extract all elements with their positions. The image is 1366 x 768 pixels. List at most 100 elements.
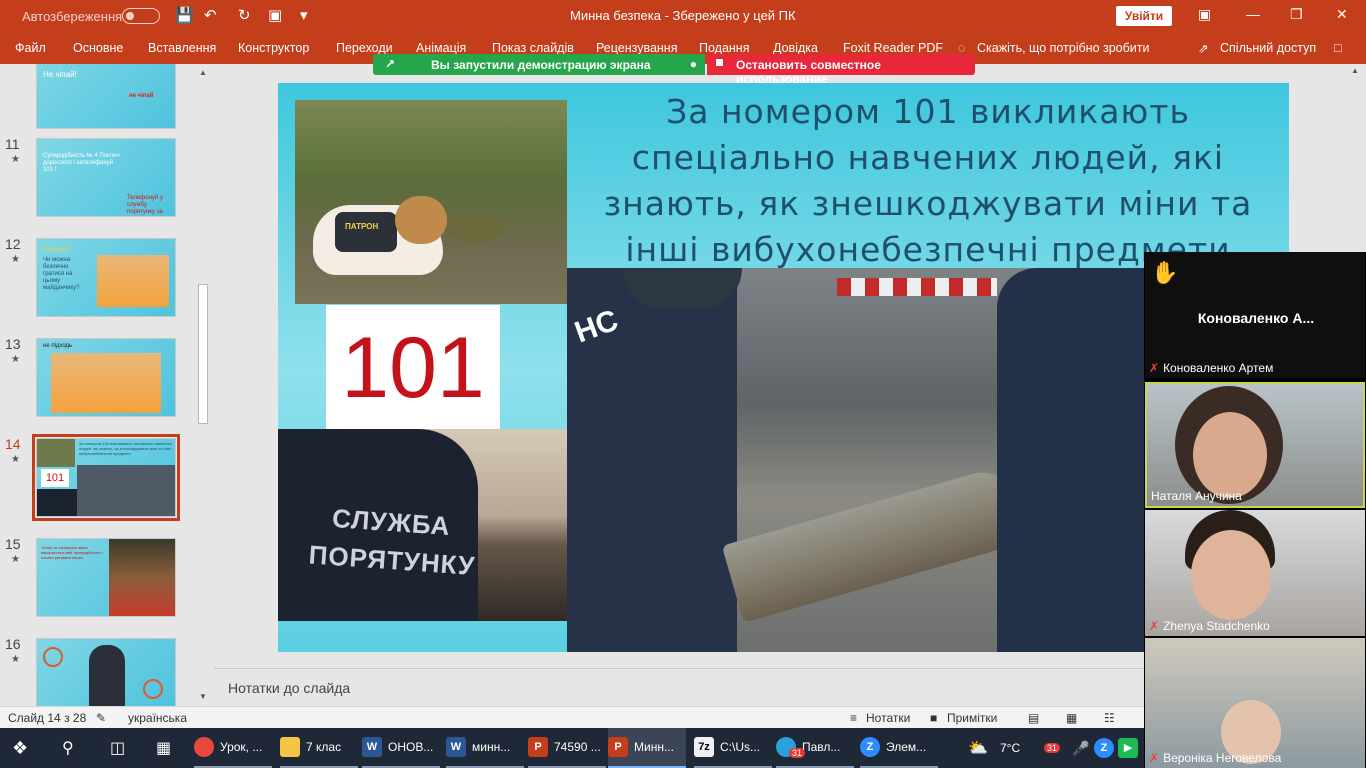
scrollbar-thumb[interactable] bbox=[198, 284, 208, 424]
ribbon-display-icon[interactable]: ▣ bbox=[1198, 6, 1211, 23]
tray-calendar-icon[interactable]: 31 bbox=[1044, 728, 1061, 768]
word-icon: W bbox=[362, 737, 382, 757]
participant-face bbox=[1193, 412, 1267, 498]
tell-me-search[interactable]: Скажіть, що потрібно зробити bbox=[977, 41, 1150, 55]
taskbar-app[interactable]: W ОНОВ... bbox=[362, 728, 440, 768]
participant-name-tag: ✗ Коноваленко Артем bbox=[1149, 361, 1274, 375]
weather-icon: ⛅ bbox=[968, 740, 988, 757]
tab-help[interactable]: Довідка bbox=[773, 41, 818, 55]
slide-sorter-icon[interactable]: ▦ bbox=[1066, 711, 1077, 725]
current-slide[interactable]: ПАТРОН 101 СЛУЖБА ПОРЯТУНКУ НС За номеро… bbox=[278, 83, 1289, 652]
active-speaker-tile[interactable]: ✋ Коноваленко А... ✗ Коноваленко Артем bbox=[1145, 252, 1365, 378]
participant-video-tile[interactable]: ✗ Вероніка Неговелова bbox=[1145, 638, 1365, 768]
save-icon[interactable]: 💾 bbox=[175, 6, 194, 26]
thumb-badge: не підходь bbox=[43, 343, 73, 349]
taskbar-app[interactable]: 7z C:\Us... bbox=[694, 728, 772, 768]
weather-temperature[interactable]: 7°C bbox=[1000, 728, 1020, 768]
taskbar-app[interactable]: Wминн... bbox=[446, 728, 524, 768]
taskbar-app-active[interactable]: P Минн... bbox=[608, 728, 686, 768]
notes-button[interactable]: Нотатки bbox=[866, 711, 910, 725]
rescuer-figure bbox=[89, 645, 125, 706]
search-icon[interactable]: ⚲ bbox=[62, 728, 74, 768]
tab-review[interactable]: Рецензування bbox=[596, 41, 677, 55]
main-scroll-up-icon[interactable]: ▲ bbox=[1351, 66, 1359, 75]
comments-button[interactable]: Примітки bbox=[947, 711, 997, 725]
slide-thumbnail-active[interactable]: За номером 101 викликають спеціально нав… bbox=[32, 434, 180, 521]
animation-star-icon: ★ bbox=[11, 354, 20, 365]
raised-hand-icon: ✋ bbox=[1151, 260, 1179, 285]
thumbnails-scrollbar[interactable]: ▲ ▼ bbox=[196, 66, 210, 704]
slide-counter: Слайд 14 з 28 bbox=[8, 711, 87, 725]
taskbar-app[interactable]: 7 клас bbox=[280, 728, 358, 768]
taskbar-app[interactable]: Урок, ... bbox=[194, 728, 272, 768]
tab-insert[interactable]: Вставлення bbox=[148, 41, 216, 55]
tray-cast-icon[interactable]: ▶ bbox=[1118, 728, 1138, 768]
participant-video-tile[interactable]: ✗ Zhenya Stadchenko bbox=[1145, 510, 1365, 636]
reading-view-icon[interactable]: ☷ bbox=[1104, 711, 1115, 725]
tab-design[interactable]: Конструктор bbox=[238, 41, 309, 55]
video-conference-panel: ✋ Коноваленко А... ✗ Коноваленко Артем На… bbox=[1144, 252, 1366, 768]
comments-icon[interactable]: □ bbox=[1334, 41, 1342, 55]
thumb-text: Чи можна безпечно гратися на цьому майда… bbox=[43, 257, 80, 291]
spellcheck-icon[interactable]: ✎ bbox=[96, 711, 106, 725]
slide-thumbnail[interactable]: не підходь bbox=[36, 338, 176, 417]
tab-transitions[interactable]: Переходи bbox=[336, 41, 393, 55]
dog-photo-mini bbox=[37, 439, 75, 467]
tab-animations[interactable]: Анімація bbox=[416, 41, 466, 55]
restore-icon[interactable]: ❐ bbox=[1290, 6, 1303, 23]
undo-icon[interactable]: ↶ bbox=[204, 6, 217, 26]
stop-share-button[interactable]: Остановить совместное использование bbox=[707, 54, 975, 86]
tab-foxit[interactable]: Foxit Reader PDF bbox=[843, 41, 943, 55]
taskbar-app[interactable]: Z Элем... bbox=[860, 728, 938, 768]
calculator-icon[interactable]: ▦ bbox=[156, 728, 171, 768]
animation-star-icon: ★ bbox=[11, 654, 20, 665]
language-indicator[interactable]: українська bbox=[128, 711, 187, 725]
scroll-up-icon[interactable]: ▲ bbox=[198, 68, 208, 78]
taskbar-app[interactable]: P 74590 ... bbox=[528, 728, 606, 768]
thumb-badge: Телефонуй у службу порятунку за номером … bbox=[127, 195, 163, 215]
slide-thumbnail[interactable]: Суперздібність № 4 Поклич дорослого і за… bbox=[36, 138, 176, 217]
slide-number: 14 bbox=[5, 436, 21, 452]
slide-thumbnail[interactable] bbox=[36, 638, 176, 706]
windows-start-icon[interactable]: ❖ bbox=[12, 728, 28, 768]
no-entry-icon bbox=[43, 647, 63, 667]
participant-video-tile[interactable]: Наталя Анучина bbox=[1145, 382, 1365, 508]
share-arrow-icon: ↗ bbox=[385, 57, 396, 71]
task-view-icon[interactable]: ◫ bbox=[110, 728, 125, 768]
start-slideshow-icon[interactable]: ▣ bbox=[268, 6, 282, 26]
slide-number: 13 bbox=[5, 336, 21, 352]
autosave-toggle[interactable] bbox=[122, 8, 160, 24]
slide-number: 12 bbox=[5, 236, 21, 252]
word-icon: W bbox=[446, 737, 466, 757]
animation-star-icon: ★ bbox=[11, 254, 20, 265]
share-button[interactable]: Спільний доступ bbox=[1220, 41, 1316, 55]
tab-home[interactable]: Основне bbox=[73, 41, 123, 55]
scroll-down-icon[interactable]: ▼ bbox=[198, 692, 208, 702]
animation-star-icon: ★ bbox=[11, 454, 20, 465]
screen-share-banner: ↗ Вы запустили демонстрацию экрана ● bbox=[373, 54, 705, 75]
warning-tape bbox=[837, 278, 997, 296]
microphone-icon[interactable]: 🎤 bbox=[1072, 728, 1089, 768]
sappers-photo-mini bbox=[77, 465, 175, 516]
signin-button[interactable]: Увійти bbox=[1116, 6, 1172, 26]
muted-mic-icon: ✗ bbox=[1149, 361, 1160, 375]
shield-icon: ● bbox=[689, 57, 697, 71]
taskbar-app[interactable]: Павл... bbox=[776, 728, 854, 768]
minimize-icon[interactable]: — bbox=[1246, 6, 1260, 22]
telegram-badge: 31 bbox=[789, 748, 806, 758]
redo-icon[interactable]: ↻ bbox=[238, 6, 251, 26]
tray-zoom-icon[interactable]: Z bbox=[1094, 728, 1114, 768]
slide-thumbnail[interactable]: Тепер ти отримуєш шанс використати свої … bbox=[36, 538, 176, 617]
tab-slideshow[interactable]: Показ слайдів bbox=[492, 41, 574, 55]
powerpoint-icon: P bbox=[528, 737, 548, 757]
quick-access-menu-icon[interactable]: ▾ bbox=[300, 6, 308, 26]
autosave-label: Автозбереження bbox=[22, 9, 123, 24]
dog-vest-label: ПАТРОН bbox=[345, 222, 379, 231]
normal-view-icon[interactable]: ▤ bbox=[1028, 711, 1039, 725]
slide-thumbnail[interactable]: Завдання Чи можна безпечно гратися на ць… bbox=[36, 238, 176, 317]
close-icon[interactable]: ✕ bbox=[1336, 6, 1348, 23]
notes-pane[interactable]: Нотатки до слайда bbox=[214, 668, 1144, 706]
tab-file[interactable]: Файл bbox=[15, 41, 46, 55]
slide-thumbnail[interactable]: Не чіпай! не чіпай bbox=[36, 64, 176, 129]
tab-view[interactable]: Подання bbox=[699, 41, 749, 55]
